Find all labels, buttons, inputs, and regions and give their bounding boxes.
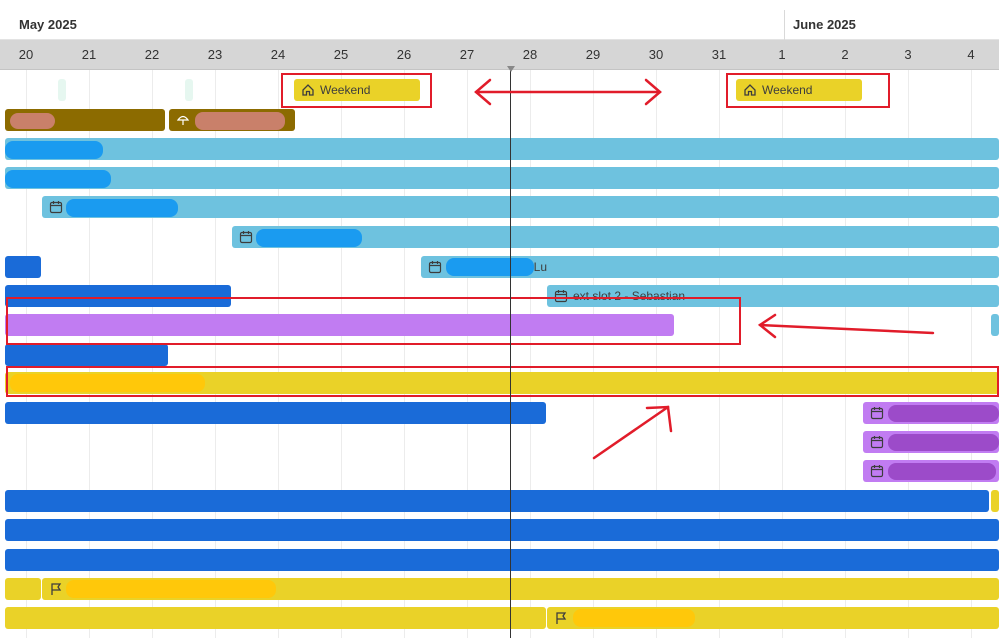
day-label: 4 — [967, 47, 975, 62]
umbrella-icon — [175, 112, 191, 128]
event-pill[interactable] — [58, 79, 66, 101]
day-label: 26 — [396, 47, 412, 62]
day-label: 27 — [459, 47, 475, 62]
day-label: 22 — [144, 47, 160, 62]
schedule-bar[interactable] — [5, 402, 546, 424]
redacted-text — [195, 112, 285, 130]
calendar-icon — [238, 229, 254, 245]
schedule-bar[interactable] — [5, 344, 168, 366]
day-label: 31 — [711, 47, 727, 62]
today-marker — [507, 66, 515, 72]
day-label: 2 — [841, 47, 849, 62]
redacted-text — [5, 170, 111, 188]
day-label: 24 — [270, 47, 286, 62]
redacted-text — [66, 199, 178, 217]
calendar-icon — [869, 463, 885, 479]
calendar-icon — [869, 434, 885, 450]
calendar-icon — [869, 405, 885, 421]
day-label: 1 — [778, 47, 786, 62]
annotation-box — [6, 366, 999, 397]
redacted-text — [66, 580, 276, 598]
month-label-may: May 2025 — [19, 17, 77, 32]
redacted-text — [446, 258, 534, 276]
redacted-text — [888, 463, 996, 480]
redacted-text — [888, 434, 999, 451]
day-label: 23 — [207, 47, 223, 62]
month-header: May 2025 June 2025 — [0, 0, 999, 40]
redacted-text — [10, 113, 55, 129]
schedule-bar[interactable] — [5, 167, 999, 189]
day-label: 30 — [648, 47, 664, 62]
schedule-bar[interactable] — [5, 549, 999, 571]
day-label: 20 — [18, 47, 34, 62]
month-label-june: June 2025 — [793, 17, 856, 32]
today-line — [510, 66, 511, 638]
day-label: 21 — [81, 47, 97, 62]
event-pill[interactable] — [185, 79, 193, 101]
redacted-text — [5, 141, 103, 159]
day-header: 20 21 22 23 24 25 26 27 28 29 30 31 1 2 … — [0, 40, 999, 70]
schedule-bar[interactable] — [991, 314, 999, 336]
schedule-bar[interactable] — [42, 196, 999, 218]
day-label: 25 — [333, 47, 349, 62]
annotation-box — [726, 73, 890, 108]
day-label: 29 — [585, 47, 601, 62]
day-label: 3 — [904, 47, 912, 62]
calendar-icon — [48, 199, 64, 215]
redacted-text — [256, 229, 362, 247]
annotation-box — [281, 73, 432, 108]
month-divider — [784, 10, 785, 40]
schedule-bar[interactable] — [5, 256, 41, 278]
milestone-bar[interactable] — [5, 578, 41, 600]
schedule-bar[interactable] — [5, 519, 999, 541]
flag-icon — [553, 610, 569, 626]
redacted-text — [573, 609, 695, 627]
flag-icon — [48, 581, 64, 597]
annotation-box — [6, 297, 741, 345]
milestone-bar[interactable] — [5, 607, 546, 629]
calendar-icon — [427, 259, 443, 275]
schedule-bar[interactable] — [5, 490, 989, 512]
schedule-bar[interactable] — [991, 490, 999, 512]
redacted-text — [888, 405, 999, 422]
schedule-bar[interactable] — [5, 138, 999, 160]
day-label: 28 — [522, 47, 538, 62]
